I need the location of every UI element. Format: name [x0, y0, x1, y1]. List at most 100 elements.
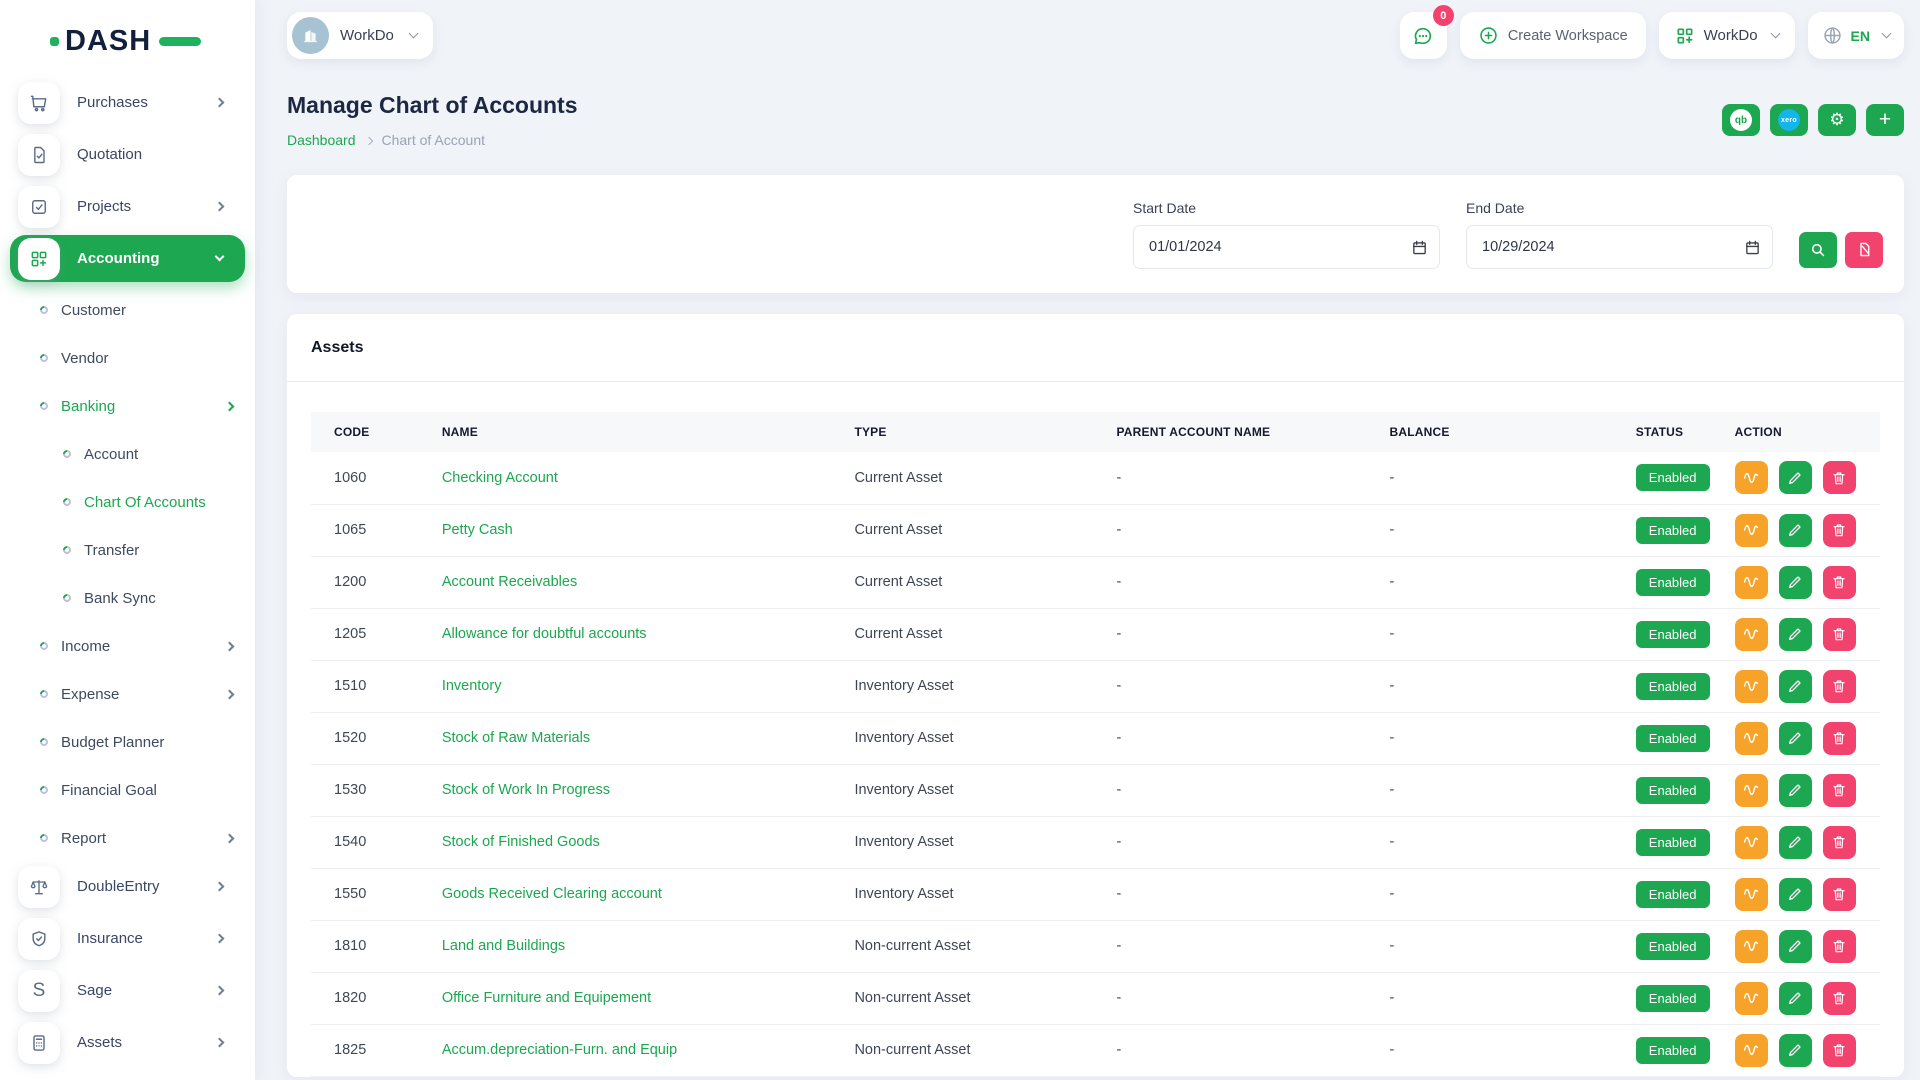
activity-button[interactable] — [1735, 566, 1768, 599]
delete-button[interactable] — [1823, 982, 1856, 1015]
col-status: STATUS — [1626, 412, 1725, 452]
cell-code: 1550 — [311, 868, 432, 920]
sidebar-item-report[interactable]: Report — [0, 818, 255, 858]
activity-button[interactable] — [1735, 826, 1768, 859]
search-button[interactable] — [1799, 232, 1837, 268]
edit-button[interactable] — [1779, 774, 1812, 807]
activity-button[interactable] — [1735, 461, 1768, 494]
reset-filter-button[interactable] — [1845, 232, 1883, 268]
sidebar-item-transfer[interactable]: Transfer — [0, 530, 255, 570]
cell-code: 1820 — [311, 972, 432, 1024]
notification-badge: 0 — [1433, 5, 1454, 26]
sidebar-item-expense[interactable]: Expense — [0, 674, 255, 714]
account-link[interactable]: Office Furniture and Equipement — [442, 990, 651, 1006]
end-date-label: End Date — [1466, 200, 1773, 216]
sidebar-item-purchases[interactable]: Purchases — [10, 79, 245, 126]
sidebar-item-assets[interactable]: Assets — [10, 1019, 245, 1066]
cell-code: 1520 — [311, 712, 432, 764]
quickbooks-button[interactable]: qb — [1722, 104, 1760, 136]
sidebar-item-accounting[interactable]: Accounting — [10, 235, 245, 282]
sidebar-item-account[interactable]: Account — [0, 434, 255, 474]
language-selector[interactable]: EN — [1808, 12, 1904, 59]
activity-button[interactable] — [1735, 930, 1768, 963]
breadcrumb-dashboard-link[interactable]: Dashboard — [287, 132, 356, 148]
dash-logo[interactable]: DASH — [0, 0, 255, 72]
sidebar-item-financial-goal[interactable]: Financial Goal — [0, 770, 255, 810]
sidebar-item-banking[interactable]: Banking — [0, 386, 255, 426]
delete-button[interactable] — [1823, 618, 1856, 651]
delete-button[interactable] — [1823, 878, 1856, 911]
activity-button[interactable] — [1735, 670, 1768, 703]
start-date-input[interactable] — [1133, 225, 1440, 269]
sidebar-item-label: Account — [84, 446, 138, 463]
account-link[interactable]: Account Receivables — [442, 574, 577, 590]
app-switcher-dropdown[interactable]: WorkDo — [1659, 12, 1795, 59]
cell-code: 1825 — [311, 1024, 432, 1076]
delete-button[interactable] — [1823, 670, 1856, 703]
account-link[interactable]: Stock of Raw Materials — [442, 730, 590, 746]
activity-button[interactable] — [1735, 982, 1768, 1015]
settings-button[interactable]: ⚙ — [1818, 104, 1856, 136]
delete-button[interactable] — [1823, 514, 1856, 547]
activity-button[interactable] — [1735, 514, 1768, 547]
delete-button[interactable] — [1823, 930, 1856, 963]
account-link[interactable]: Goods Received Clearing account — [442, 886, 662, 902]
edit-button[interactable] — [1779, 566, 1812, 599]
sidebar-item-customer[interactable]: Customer — [0, 290, 255, 330]
edit-button[interactable] — [1779, 1034, 1812, 1067]
edit-button[interactable] — [1779, 670, 1812, 703]
edit-button[interactable] — [1779, 826, 1812, 859]
sidebar-item-income[interactable]: Income — [0, 626, 255, 666]
sidebar-item-doubleentry[interactable]: DoubleEntry — [10, 863, 245, 910]
delete-button[interactable] — [1823, 774, 1856, 807]
account-link[interactable]: Land and Buildings — [442, 938, 565, 954]
table-row: 1540 Stock of Finished Goods Inventory A… — [311, 816, 1880, 868]
cell-parent: - — [1106, 816, 1379, 868]
cell-code: 1540 — [311, 816, 432, 868]
messages-button[interactable]: 0 — [1400, 12, 1447, 59]
account-link[interactable]: Stock of Work In Progress — [442, 782, 610, 798]
sidebar-item-vendor[interactable]: Vendor — [0, 338, 255, 378]
delete-button[interactable] — [1823, 461, 1856, 494]
end-date-input[interactable] — [1466, 225, 1773, 269]
activity-button[interactable] — [1735, 878, 1768, 911]
trash-icon — [1831, 730, 1847, 746]
sidebar-item-quotation[interactable]: Quotation — [10, 131, 245, 178]
activity-button[interactable] — [1735, 618, 1768, 651]
sidebar-item-bank-sync[interactable]: Bank Sync — [0, 578, 255, 618]
edit-button[interactable] — [1779, 514, 1812, 547]
add-account-button[interactable]: + — [1866, 104, 1904, 136]
edit-button[interactable] — [1779, 618, 1812, 651]
cell-balance: - — [1379, 504, 1625, 556]
sidebar-item-chart-of-accounts[interactable]: Chart Of Accounts — [0, 482, 255, 522]
edit-button[interactable] — [1779, 982, 1812, 1015]
edit-button[interactable] — [1779, 461, 1812, 494]
account-link[interactable]: Accum.depreciation-Furn. and Equip — [442, 1042, 677, 1058]
sidebar-item-budget-planner[interactable]: Budget Planner — [0, 722, 255, 762]
activity-button[interactable] — [1735, 1034, 1768, 1067]
account-link[interactable]: Inventory — [442, 678, 502, 694]
delete-button[interactable] — [1823, 1034, 1856, 1067]
edit-button[interactable] — [1779, 722, 1812, 755]
sidebar-item-sage[interactable]: S Sage — [10, 967, 245, 1014]
xero-button[interactable]: xero — [1770, 104, 1808, 136]
delete-button[interactable] — [1823, 566, 1856, 599]
activity-button[interactable] — [1735, 722, 1768, 755]
sidebar-item-projects[interactable]: Projects — [10, 183, 245, 230]
account-link[interactable]: Allowance for doubtful accounts — [442, 626, 647, 642]
workspace-selector[interactable]: WorkDo — [287, 12, 433, 59]
account-link[interactable]: Stock of Finished Goods — [442, 834, 600, 850]
wave-icon — [1742, 469, 1760, 487]
delete-button[interactable] — [1823, 722, 1856, 755]
create-workspace-button[interactable]: Create Workspace — [1460, 12, 1646, 59]
account-link[interactable]: Checking Account — [442, 470, 558, 486]
edit-button[interactable] — [1779, 930, 1812, 963]
chevron-down-icon — [408, 29, 418, 39]
sidebar-item-insurance[interactable]: Insurance — [10, 915, 245, 962]
delete-button[interactable] — [1823, 826, 1856, 859]
activity-button[interactable] — [1735, 774, 1768, 807]
edit-button[interactable] — [1779, 878, 1812, 911]
account-link[interactable]: Petty Cash — [442, 522, 513, 538]
cell-type: Current Asset — [844, 504, 1106, 556]
cell-code: 1065 — [311, 504, 432, 556]
